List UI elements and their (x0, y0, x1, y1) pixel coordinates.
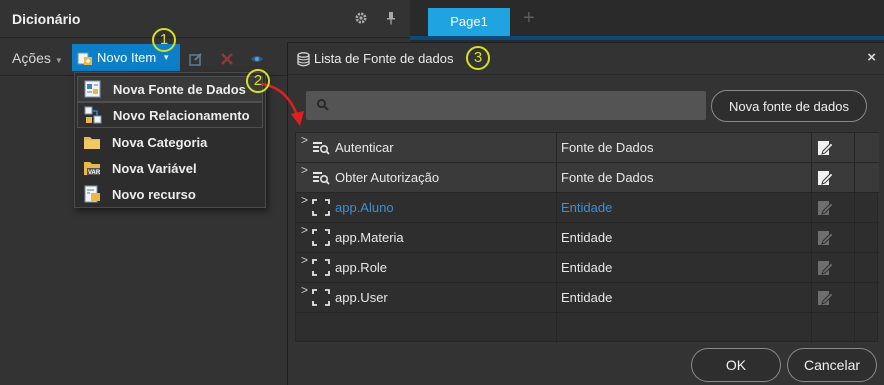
search-icon (316, 98, 330, 112)
row-type: Entidade (561, 230, 613, 245)
edit-row-icon[interactable] (816, 289, 834, 307)
menu-item-label: Nova Categoria (112, 134, 208, 150)
variable-icon: VAR (83, 159, 101, 177)
svg-text:VAR: VAR (88, 170, 101, 176)
menu-item-new-variable[interactable]: VAR Nova Variável (77, 155, 263, 181)
table-row-empty (296, 313, 879, 343)
edit-row-icon[interactable] (816, 169, 834, 187)
relationship-icon (84, 106, 102, 124)
close-icon[interactable]: × (867, 49, 876, 66)
row-type: Entidade (561, 200, 613, 215)
cancel-button[interactable]: Cancelar (787, 348, 877, 382)
search-box (306, 91, 706, 120)
search-input[interactable] (336, 95, 696, 116)
chevron-right-icon[interactable]: > (301, 193, 308, 207)
menu-item-label: Nova Variável (112, 160, 197, 176)
chevron-right-icon[interactable]: > (301, 283, 308, 297)
datasource-table: > Autenticar Fonte de Dados > Obter Auto… (295, 132, 879, 343)
table-row[interactable]: > app.Materia Entidade (296, 223, 879, 253)
entity-row-icon (312, 229, 330, 246)
menu-item-label: Nova Fonte de Dados (113, 81, 246, 97)
menu-item-new-relationship[interactable]: Novo Relacionamento (77, 102, 263, 128)
view-icon[interactable] (250, 52, 264, 69)
edit-row-icon[interactable] (816, 199, 834, 217)
gear-icon[interactable] (354, 11, 368, 28)
delete-icon[interactable] (220, 52, 234, 69)
menu-item-new-datasource[interactable]: Nova Fonte de Dados (77, 76, 263, 102)
datasource-icon (84, 80, 102, 98)
menu-item-label: Novo recurso (112, 186, 196, 202)
ok-button[interactable]: OK (691, 348, 781, 382)
column-divider (556, 133, 557, 343)
table-row[interactable]: > app.User Entidade (296, 283, 879, 313)
entity-row-icon (312, 289, 330, 306)
chevron-right-icon[interactable]: > (301, 223, 308, 237)
dictionary-title: Dicionário (12, 11, 81, 27)
datasource-row-icon (312, 139, 330, 156)
new-item-icon (77, 50, 93, 66)
caret-down-icon: ▼ (54, 56, 63, 65)
edit-row-icon[interactable] (816, 229, 834, 247)
database-icon (297, 52, 310, 67)
chevron-right-icon[interactable]: > (301, 163, 308, 177)
new-item-menu: Nova Fonte de Dados Novo Relacionamento … (74, 72, 266, 208)
add-tab-icon[interactable]: + (523, 7, 535, 30)
row-type: Fonte de Dados (561, 140, 654, 155)
menu-item-label: Novo Relacionamento (113, 107, 250, 123)
row-name: app.Materia (335, 230, 404, 245)
row-type: Fonte de Dados (561, 170, 654, 185)
row-name: app.Aluno (335, 200, 394, 215)
table-row[interactable]: > app.Role Entidade (296, 253, 879, 283)
row-name: Autenticar (335, 140, 394, 155)
row-name: app.User (335, 290, 388, 305)
callout-3: 3 (466, 46, 490, 70)
entity-row-icon (312, 199, 330, 216)
table-row[interactable]: > Obter Autorização Fonte de Dados (296, 163, 879, 193)
tab-underline (410, 36, 884, 40)
caret-down-icon: ▼ (162, 53, 171, 62)
new-item-label: Novo Item (97, 50, 157, 65)
chevron-right-icon[interactable]: > (301, 253, 308, 267)
table-row[interactable]: > Autenticar Fonte de Dados (296, 133, 879, 163)
column-divider (811, 133, 812, 343)
new-datasource-button[interactable]: Nova fonte de dados (711, 90, 867, 122)
datasource-row-icon (312, 169, 330, 186)
row-type: Entidade (561, 290, 613, 305)
resource-icon (83, 185, 101, 203)
row-name: app.Role (335, 260, 388, 275)
edit-icon[interactable] (189, 52, 203, 69)
callout-2: 2 (246, 69, 270, 93)
dictionary-header: Dicionário (0, 0, 410, 38)
edit-row-icon[interactable] (816, 139, 834, 157)
entity-row-icon (312, 259, 330, 276)
table-row[interactable]: > app.Aluno Entidade (296, 193, 879, 223)
pin-icon[interactable] (386, 11, 396, 28)
menu-item-new-resource[interactable]: Novo recurso (77, 181, 263, 207)
row-type: Entidade (561, 260, 613, 275)
menu-item-new-category[interactable]: Nova Categoria (77, 129, 263, 155)
actions-menu[interactable]: Ações ▼ (12, 50, 63, 66)
dialog-title: Lista de Fonte de dados (314, 51, 454, 66)
actions-label: Ações (12, 50, 51, 66)
tab-page1[interactable]: Page1 (428, 8, 510, 36)
folder-icon (83, 133, 101, 151)
datasource-list-dialog: Lista de Fonte de dados × Nova fonte de … (287, 42, 884, 385)
dialog-divider (288, 74, 884, 75)
chevron-right-icon[interactable]: > (301, 133, 308, 147)
row-name: Obter Autorização (335, 170, 440, 185)
column-divider (854, 133, 855, 343)
edit-row-icon[interactable] (816, 259, 834, 277)
callout-1: 1 (152, 28, 176, 52)
